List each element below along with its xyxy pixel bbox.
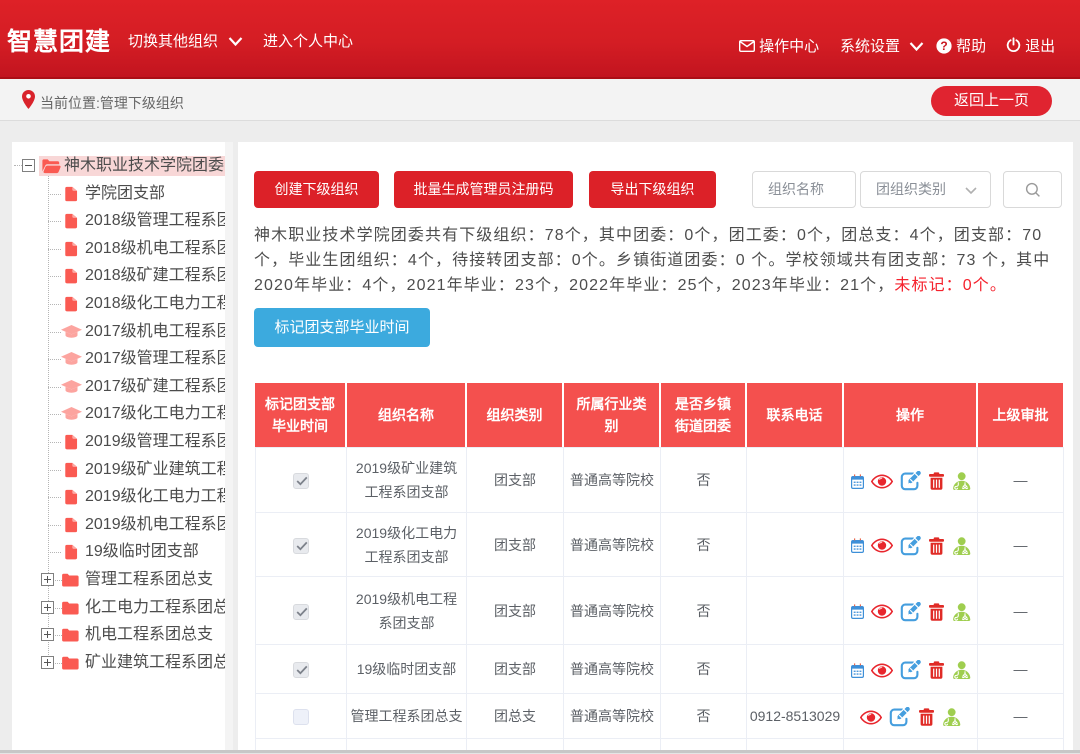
svg-text:?: ? bbox=[940, 39, 947, 53]
